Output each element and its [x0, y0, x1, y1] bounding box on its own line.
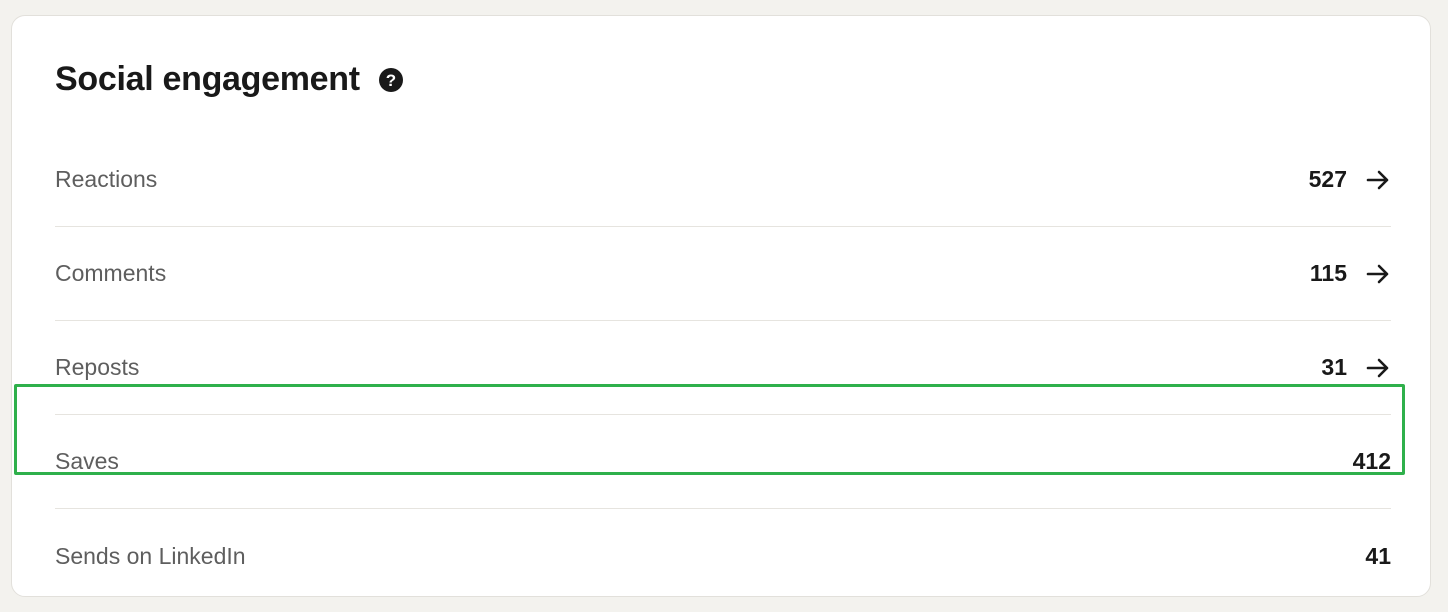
- row-label: Saves: [55, 448, 119, 474]
- social-engagement-card: Social engagement ? Reactions 527 Commen…: [11, 15, 1431, 597]
- arrow-right-icon[interactable]: [1365, 261, 1391, 287]
- engagement-row-sends-on-linkedin: Sends on LinkedIn 41: [55, 509, 1391, 603]
- row-value: 412: [1352, 448, 1391, 474]
- row-label: Sends on LinkedIn: [55, 542, 246, 569]
- row-right: 527: [1309, 166, 1391, 193]
- row-value: 527: [1308, 166, 1347, 192]
- row-right: 41: [1365, 543, 1391, 570]
- row-right: 31: [1321, 354, 1391, 381]
- row-label: Reposts: [55, 354, 140, 380]
- help-circle-icon[interactable]: ?: [378, 67, 404, 93]
- engagement-row-reposts[interactable]: Reposts 31: [55, 321, 1391, 415]
- svg-text:?: ?: [386, 71, 396, 90]
- engagement-row-saves: Saves 412: [55, 415, 1391, 509]
- engagement-list: Reactions 527 Comments 115 Reposts 31 Sa…: [55, 133, 1391, 603]
- engagement-row-reactions[interactable]: Reactions 527: [55, 133, 1391, 227]
- row-value: 31: [1321, 354, 1347, 380]
- row-right: 412: [1353, 448, 1391, 475]
- row-label: Comments: [55, 260, 167, 286]
- row-value: 115: [1309, 260, 1347, 286]
- row-value: 41: [1365, 542, 1391, 569]
- row-label: Reactions: [55, 166, 158, 192]
- card-header: Social engagement ?: [55, 60, 404, 99]
- arrow-right-icon[interactable]: [1365, 355, 1391, 381]
- row-right: 115: [1310, 260, 1391, 287]
- section-title: Social engagement: [55, 60, 360, 98]
- engagement-row-comments[interactable]: Comments 115: [55, 227, 1391, 321]
- arrow-right-icon[interactable]: [1365, 167, 1391, 193]
